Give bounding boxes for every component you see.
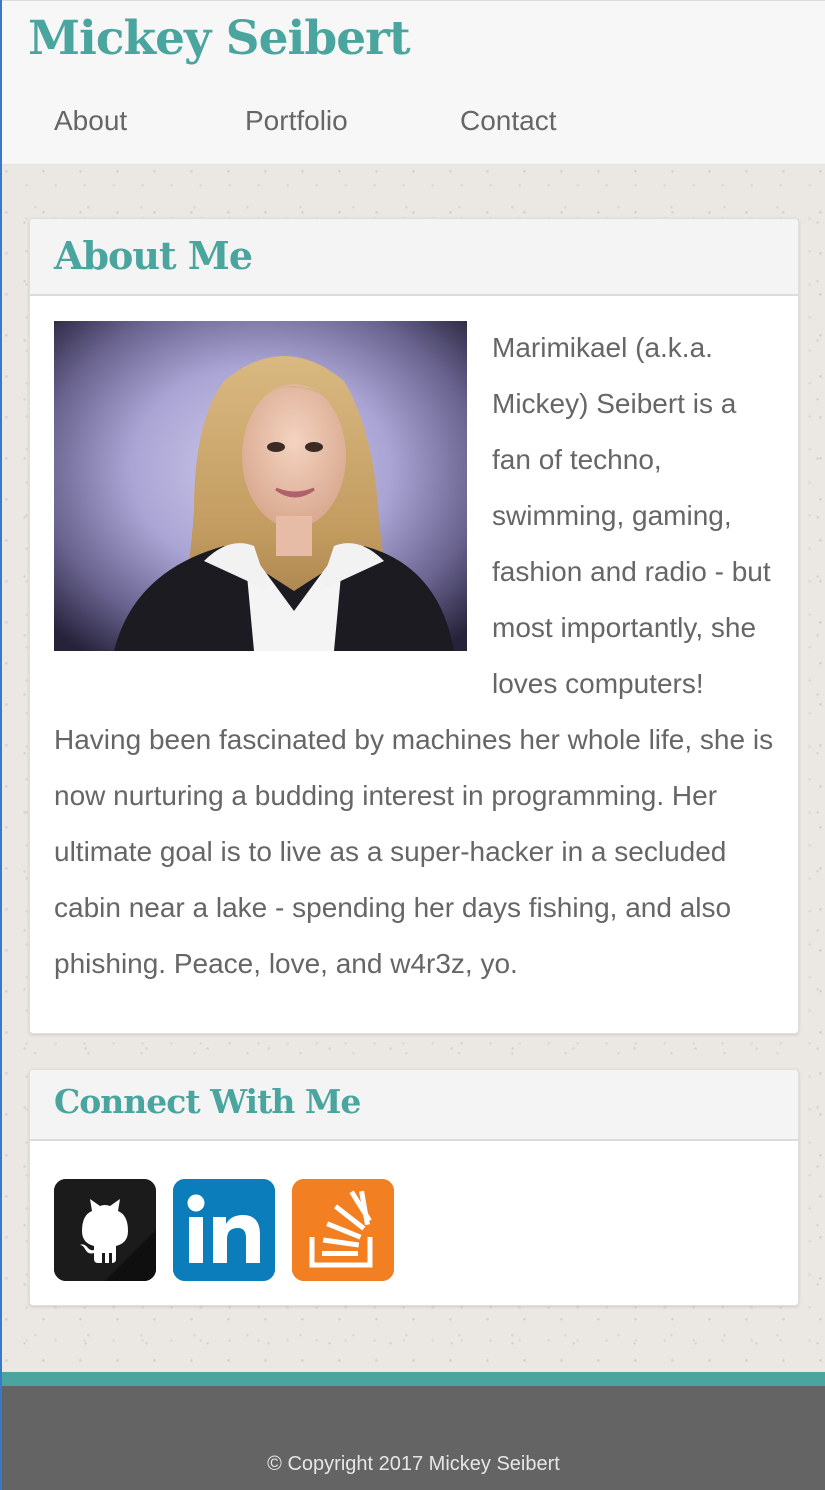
site-title[interactable]: Mickey Seibert xyxy=(28,11,411,66)
about-panel-body: Marimikael (a.k.a. Mickey) Seibert is a … xyxy=(30,296,798,993)
linkedin-icon xyxy=(173,1179,275,1281)
about-panel: About Me Marimikael (a.k.a. Mickey) Seib… xyxy=(29,218,799,1034)
nav-link-portfolio[interactable]: Portfolio xyxy=(245,105,348,137)
linkedin-link[interactable] xyxy=(173,1179,275,1281)
github-link[interactable] xyxy=(54,1179,156,1281)
footer-accent-bar xyxy=(2,1372,825,1386)
nav-link-contact[interactable]: Contact xyxy=(460,105,557,137)
about-bio-text: Marimikael (a.k.a. Mickey) Seibert is a … xyxy=(54,332,774,979)
github-icon xyxy=(54,1179,156,1281)
stackoverflow-icon xyxy=(292,1179,394,1281)
site-footer: © Copyright 2017 Mickey Seibert xyxy=(2,1386,825,1490)
connect-heading: Connect With Me xyxy=(54,1082,361,1121)
nav-link-about[interactable]: About xyxy=(54,105,127,137)
about-panel-header: About Me xyxy=(30,219,798,296)
stackoverflow-link[interactable] xyxy=(292,1179,394,1281)
main-nav: About Portfolio Contact xyxy=(2,105,825,147)
connect-panel-header: Connect With Me xyxy=(30,1070,798,1141)
copyright-text: © Copyright 2017 Mickey Seibert xyxy=(267,1453,560,1475)
connect-panel: Connect With Me xyxy=(29,1069,799,1306)
site-header: Mickey Seibert About Portfolio Contact xyxy=(2,0,825,165)
about-heading: About Me xyxy=(54,233,253,278)
